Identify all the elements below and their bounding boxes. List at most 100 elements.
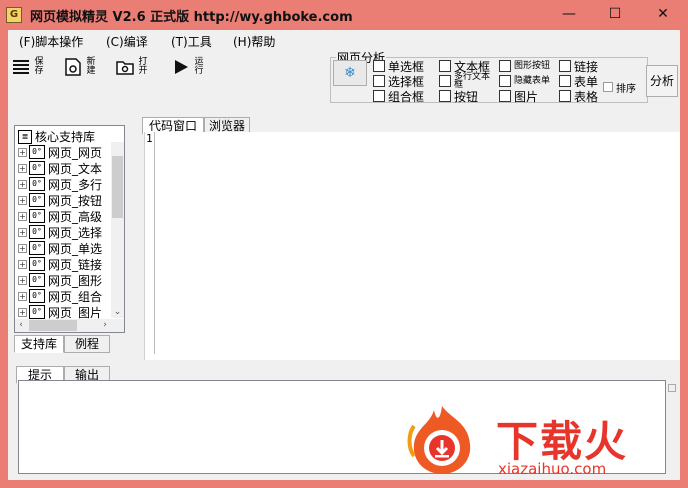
new-label: 新建 — [86, 57, 96, 76]
window-title: 网页模拟精灵 V2.6 正式版 http://wy.ghboke.com — [30, 10, 353, 25]
checkbox-link[interactable]: 链接 — [559, 59, 598, 74]
expand-icon[interactable]: + — [18, 291, 27, 301]
checkbox-textbox[interactable]: 文本框 — [439, 59, 490, 74]
app-window: G 网页模拟精灵 V2.6 正式版 http://wy.ghboke.com —… — [0, 0, 688, 488]
tree-item-label: 网页_链接 — [48, 257, 103, 272]
checkbox-form[interactable]: 表单 — [559, 74, 598, 89]
scroll-right-icon[interactable]: › — [99, 319, 111, 332]
run-button[interactable]: 运行 — [172, 56, 205, 78]
scroll-thumb[interactable] — [112, 156, 123, 218]
checkbox-box[interactable] — [373, 75, 385, 87]
tree-item[interactable]: +0° 网页_文本 — [18, 160, 102, 176]
checkbox-multiline[interactable]: 多行文本框 — [439, 73, 490, 90]
close-button[interactable]: ✕ — [638, 0, 688, 28]
tree-item[interactable]: +0° 网页_选择 — [18, 224, 102, 240]
checkbox-box[interactable] — [499, 75, 511, 87]
node-icon: 0° — [29, 161, 45, 175]
save-button[interactable]: 保存 — [12, 56, 45, 78]
checkbox-combo[interactable]: 组合框 — [373, 89, 425, 104]
tree-item[interactable]: +0° 网页_按钮 — [18, 192, 102, 208]
tree-item[interactable]: +0° 网页_图形 — [18, 272, 102, 288]
tree-item-label: 网页_图片 — [48, 305, 103, 320]
minimize-button[interactable]: — — [546, 0, 592, 28]
checkbox-box[interactable] — [499, 60, 511, 72]
expand-icon[interactable]: + — [18, 179, 27, 189]
checkbox-box[interactable] — [603, 82, 613, 92]
app-icon: G — [6, 7, 22, 23]
checkbox-sort[interactable]: 排序 — [603, 80, 636, 95]
checkbox-button[interactable]: 按钮 — [439, 89, 478, 104]
analyze-button[interactable]: 分析 — [646, 65, 678, 97]
maximize-button[interactable]: ☐ — [592, 0, 638, 28]
menu-compile[interactable]: (C)编译 — [106, 33, 148, 50]
tree-item-label: 网页_高级 — [48, 209, 103, 224]
tab-library[interactable]: 支持库 — [14, 335, 64, 353]
checkbox-radio[interactable]: 单选框 — [373, 59, 424, 74]
code-editor[interactable]: 1 — [144, 132, 680, 360]
checkbox-image-button[interactable]: 图形按钮 — [499, 59, 550, 73]
menu-script[interactable]: (F)脚本操作 — [19, 33, 83, 50]
flame-logo-icon — [407, 406, 471, 474]
menu-tools[interactable]: (T)工具 — [171, 33, 212, 50]
expand-icon[interactable]: + — [18, 211, 27, 221]
open-button[interactable]: 打开 — [116, 56, 149, 78]
tree-item-label: 网页_网页 — [48, 145, 103, 160]
checkbox-table[interactable]: 表格 — [559, 89, 598, 104]
checkbox-box[interactable] — [499, 90, 511, 102]
tree-item[interactable]: +0° 网页_链接 — [18, 256, 102, 272]
expand-icon[interactable]: + — [18, 307, 27, 317]
tab-examples[interactable]: 例程 — [64, 335, 110, 353]
run-label: 运行 — [194, 57, 204, 76]
menu-help[interactable]: (H)帮助 — [233, 33, 275, 50]
tree-item[interactable]: +0° 网页_多行 — [18, 176, 102, 192]
tree-item[interactable]: +0° 网页_高级 — [18, 208, 102, 224]
checkbox-label: 组合框 — [388, 89, 425, 104]
checkbox-select[interactable]: 选择框 — [373, 74, 424, 89]
expand-icon[interactable]: + — [18, 195, 27, 205]
tree-item[interactable]: +0° 网页_单选 — [18, 240, 102, 256]
checkbox-box[interactable] — [439, 90, 451, 102]
scroll-left-icon[interactable]: ‹ — [15, 319, 27, 332]
checkbox-box[interactable] — [559, 75, 571, 87]
expand-icon[interactable]: + — [18, 275, 27, 285]
snowflake-button[interactable]: ❄ — [333, 60, 367, 86]
play-icon — [172, 58, 190, 76]
checkbox-label: 排序 — [616, 83, 636, 95]
tree-item[interactable]: +0° 网页_网页 — [18, 144, 102, 160]
checkbox-box[interactable] — [373, 90, 385, 102]
checkbox-box[interactable] — [559, 60, 571, 72]
expand-icon[interactable]: + — [18, 243, 27, 253]
tree-root[interactable]: ≣ 核心支持库 — [18, 128, 95, 145]
scroll-up-icon[interactable] — [668, 384, 676, 392]
tree-item-label: 网页_图形 — [48, 273, 103, 288]
title-bar[interactable]: G 网页模拟精灵 V2.6 正式版 http://wy.ghboke.com —… — [0, 0, 688, 30]
tree-item-label: 网页_文本 — [48, 161, 103, 176]
checkbox-box[interactable] — [439, 60, 451, 72]
expand-icon[interactable]: + — [18, 227, 27, 237]
tree-item-label: 网页_多行 — [48, 177, 103, 192]
new-button[interactable]: 新建 — [64, 56, 97, 78]
menu-bar: (F)脚本操作 (C)编译 (T)工具 (H)帮助 — [8, 30, 680, 50]
tree-vertical-scrollbar[interactable]: ⌄ — [111, 142, 124, 318]
tree-item-label: 网页_选择 — [48, 225, 103, 240]
tree-item-label: 网页_按钮 — [48, 193, 103, 208]
node-icon: 0° — [29, 273, 45, 287]
library-icon: ≣ — [18, 129, 32, 144]
checkbox-box[interactable] — [559, 90, 571, 102]
expand-icon[interactable]: + — [18, 259, 27, 269]
checkbox-label: 图片 — [514, 89, 539, 104]
scroll-down-icon[interactable]: ⌄ — [111, 306, 124, 318]
expand-icon[interactable]: + — [18, 147, 27, 157]
library-tree[interactable]: ≣ 核心支持库 +0° 网页_网页 +0° 网页_文本 +0° 网页_多行 +0° 网页… — [14, 125, 125, 333]
checkbox-image[interactable]: 图片 — [499, 89, 539, 104]
tree-item[interactable]: +0° 网页_组合 — [18, 288, 102, 304]
expand-icon[interactable]: + — [18, 163, 27, 173]
checkbox-box[interactable] — [373, 60, 385, 72]
tree-horizontal-scrollbar[interactable]: ‹ › — [15, 319, 124, 332]
checkbox-hidden[interactable]: 隐藏表单 — [499, 74, 550, 88]
tree-item[interactable]: +0° 网页_图片 — [18, 304, 102, 320]
checkbox-label: 图形按钮 — [514, 61, 551, 71]
save-label: 保存 — [34, 57, 44, 76]
checkbox-box[interactable] — [439, 75, 451, 87]
scroll-thumb[interactable] — [29, 320, 77, 331]
